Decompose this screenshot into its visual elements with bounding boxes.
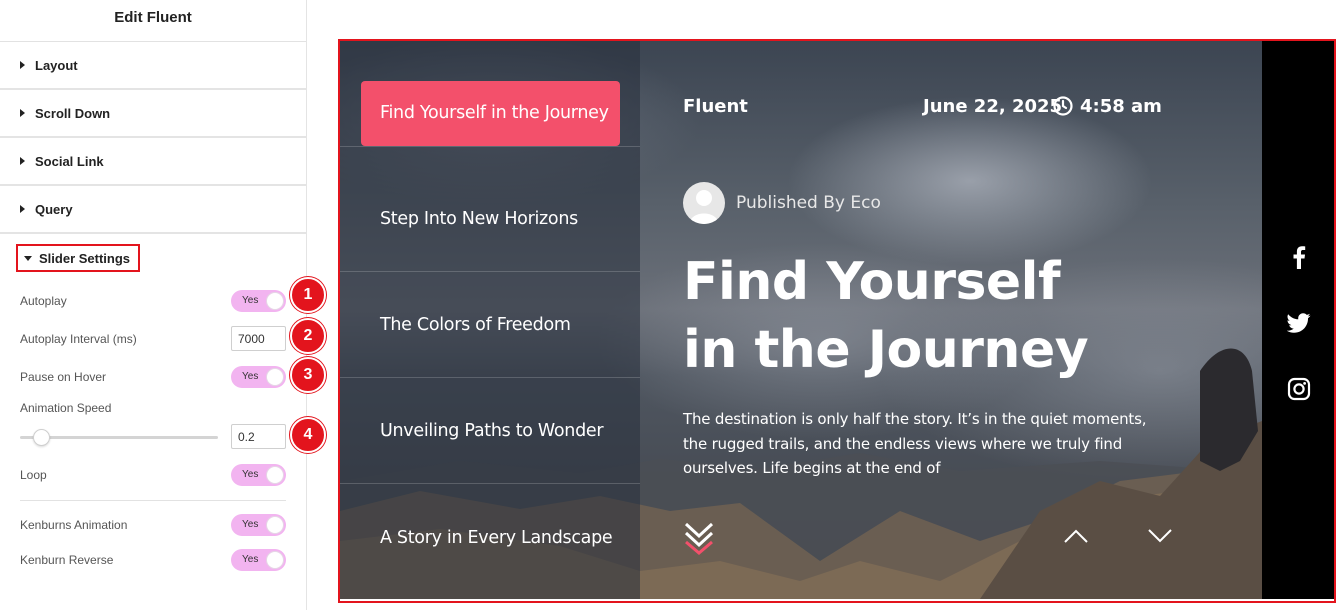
section-label: Social Link	[35, 153, 104, 169]
toggle-text: Yes	[242, 469, 259, 480]
autoplay-interval-input[interactable]	[231, 326, 286, 351]
section-label: Query	[35, 201, 73, 217]
post-date: June 22, 2025	[923, 96, 1063, 117]
facebook-icon[interactable]	[1287, 245, 1311, 269]
section-label: Slider Settings	[39, 250, 131, 266]
section-label: Scroll Down	[35, 105, 111, 121]
annotation-badge-1: 1	[290, 277, 326, 313]
toggle-knob	[266, 516, 284, 534]
chevron-up-icon[interactable]	[1063, 527, 1089, 545]
section-slider-settings[interactable]: Slider Settings	[16, 244, 140, 272]
slide-nav-label: Step Into New Horizons	[380, 208, 578, 229]
section-query[interactable]: Query	[0, 186, 306, 234]
twitter-icon[interactable]	[1287, 311, 1311, 335]
clock-icon	[1053, 96, 1073, 116]
animation-speed-input[interactable]	[231, 424, 286, 449]
loop-toggle[interactable]: Yes	[231, 464, 286, 486]
autoplay-label: Autoplay	[20, 294, 67, 308]
autoplay-toggle[interactable]: Yes	[231, 290, 286, 312]
pause-on-hover-toggle[interactable]: Yes	[231, 366, 286, 388]
animation-speed-label: Animation Speed	[20, 401, 112, 415]
slide-nav-item[interactable]: Step Into New Horizons	[340, 166, 640, 272]
toggle-knob	[266, 292, 284, 310]
pause-on-hover-label: Pause on Hover	[20, 370, 107, 384]
caret-right-icon	[20, 109, 25, 117]
toggle-text: Yes	[242, 554, 259, 565]
kenburn-reverse-label: Kenburn Reverse	[20, 553, 114, 567]
panel-title: Edit Fluent	[0, 0, 306, 42]
slide-nav-label: Find Yourself in the Journey	[380, 103, 609, 123]
caret-right-icon	[20, 61, 25, 69]
toggle-knob	[266, 551, 284, 569]
toggle-knob	[266, 466, 284, 484]
kenburns-animation-toggle[interactable]: Yes	[231, 514, 286, 536]
annotation-badge-4: 4	[290, 417, 326, 453]
author-byline: Published By Eco	[736, 193, 881, 213]
slide-excerpt: The destination is only half the story. …	[683, 410, 1147, 477]
toggle-text: Yes	[242, 371, 259, 382]
post-time: 4:58 am	[1080, 96, 1162, 117]
caret-right-icon	[20, 157, 25, 165]
brand-name: Fluent	[683, 96, 748, 117]
slide-nav-label: Unveiling Paths to Wonder	[380, 420, 604, 441]
slide-nav-label: A Story in Every Landscape	[380, 528, 613, 548]
section-label: Layout	[35, 57, 78, 73]
caret-down-icon	[24, 255, 32, 261]
slide-nav-label: The Colors of Freedom	[380, 314, 571, 335]
section-social-link[interactable]: Social Link	[0, 138, 306, 186]
annotation-badge-3: 3	[290, 357, 326, 393]
user-icon	[689, 190, 719, 224]
slide-nav-item-active[interactable]: Find Yourself in the Journey	[361, 81, 620, 146]
toggle-text: Yes	[242, 295, 259, 306]
section-scroll-down[interactable]: Scroll Down	[0, 90, 306, 138]
chevron-down-icon[interactable]	[1147, 527, 1173, 545]
divider	[20, 500, 286, 501]
slide-nav-item[interactable]: A Story in Every Landscape	[340, 485, 640, 591]
toggle-text: Yes	[242, 519, 259, 530]
toggle-knob	[266, 368, 284, 386]
kenburn-reverse-toggle[interactable]: Yes	[231, 549, 286, 571]
slide-headline: Find Yourself in the Journey	[683, 252, 1089, 380]
slide-nav-item[interactable]: The Colors of Freedom	[340, 272, 640, 378]
instagram-icon[interactable]	[1287, 377, 1311, 401]
avatar	[683, 182, 725, 224]
loop-label: Loop	[20, 468, 47, 482]
annotation-badge-2: 2	[290, 318, 326, 354]
autoplay-interval-label: Autoplay Interval (ms)	[20, 332, 137, 346]
scroll-down-icon[interactable]	[683, 520, 715, 556]
caret-right-icon	[20, 205, 25, 213]
slide-nav-item[interactable]: Unveiling Paths to Wonder	[340, 378, 640, 484]
section-layout[interactable]: Layout	[0, 42, 306, 90]
kenburns-animation-label: Kenburns Animation	[20, 518, 128, 532]
animation-speed-handle[interactable]	[33, 429, 50, 446]
